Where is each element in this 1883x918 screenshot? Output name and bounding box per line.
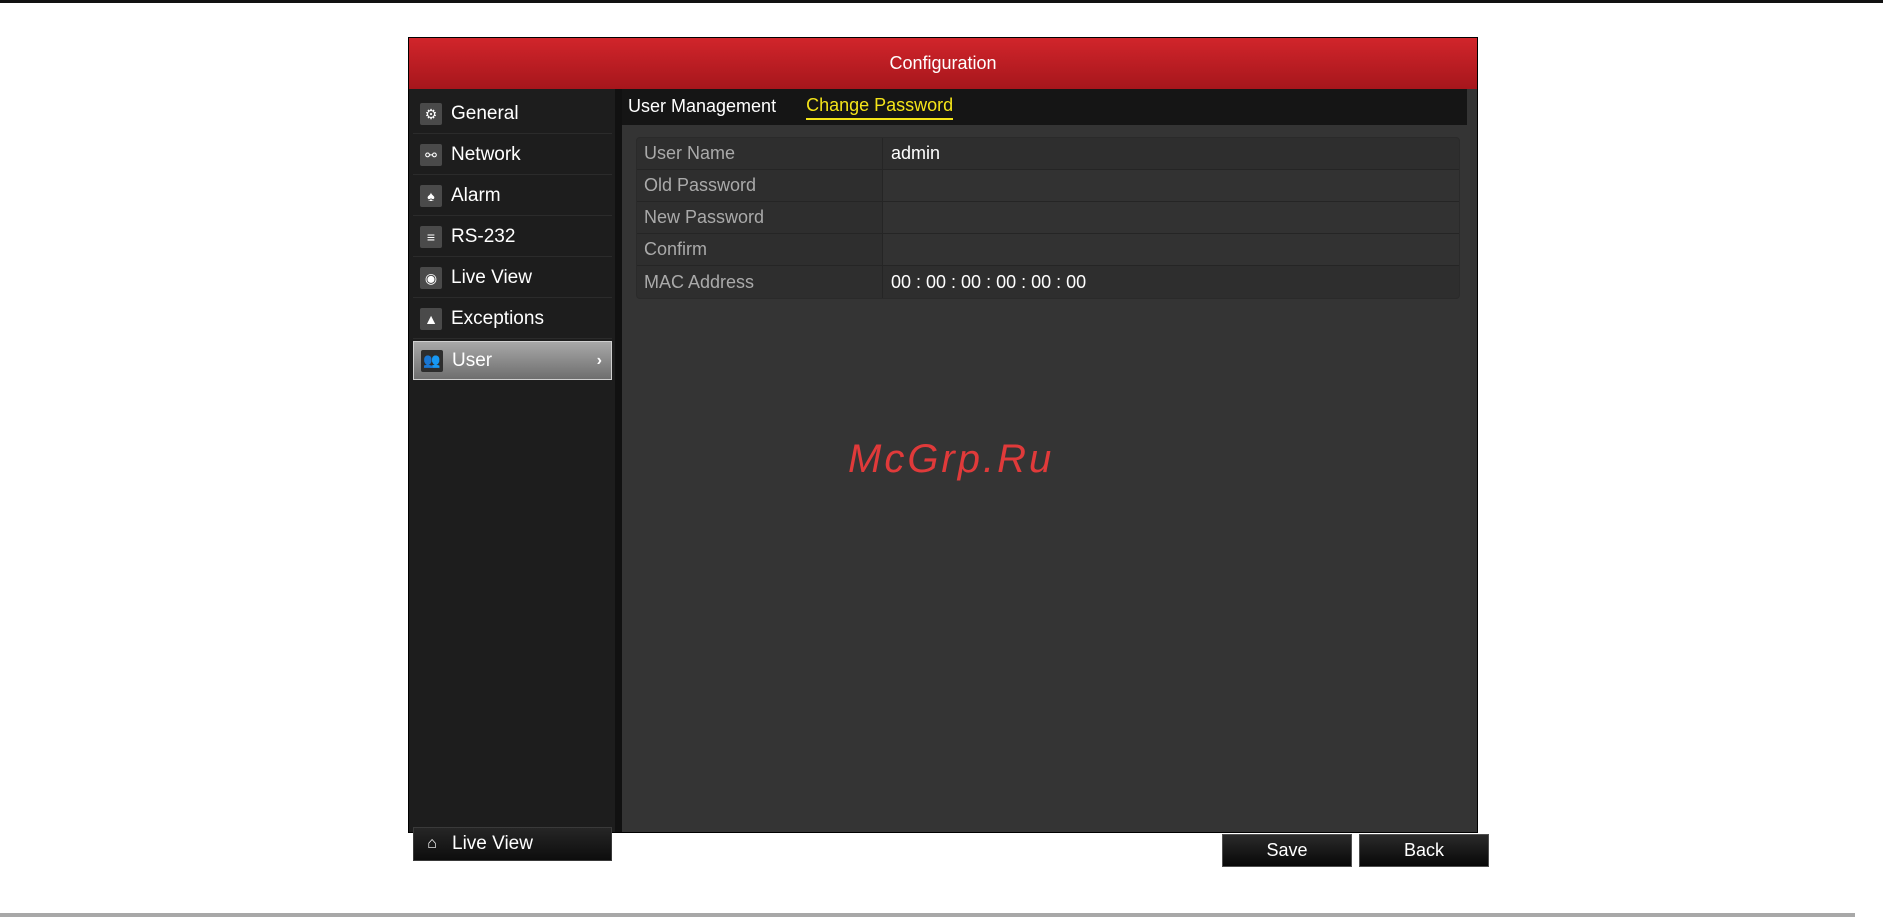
chevron-right-icon: ›: [596, 351, 602, 369]
form-row-user-name: User Name admin: [637, 138, 1459, 170]
old-password-field[interactable]: [883, 170, 1459, 201]
sidebar-item-rs232[interactable]: ≡ RS-232: [413, 218, 612, 257]
sidebar-item-label: RS-232: [451, 226, 516, 247]
panel-divider: [615, 89, 622, 832]
network-icon: ⚯: [420, 144, 442, 166]
new-password-field[interactable]: [883, 202, 1459, 233]
eye-icon: ◉: [420, 267, 442, 289]
sidebar-item-exceptions[interactable]: ▲ Exceptions: [413, 300, 612, 339]
back-button[interactable]: Back: [1359, 834, 1489, 867]
form-row-confirm: Confirm: [637, 234, 1459, 266]
watermark-text: McGrp.Ru: [848, 437, 1055, 481]
sidebar-item-network[interactable]: ⚯ Network: [413, 136, 612, 175]
window-title: Configuration: [409, 38, 1477, 89]
old-password-label: Old Password: [637, 170, 883, 201]
tab-user-management[interactable]: User Management: [628, 96, 776, 119]
sidebar-item-label: Live View: [451, 267, 532, 288]
mac-address-value: 00 : 00 : 00 : 00 : 00 : 00: [891, 271, 1087, 292]
tab-change-password[interactable]: Change Password: [806, 95, 954, 120]
sidebar-item-label: Exceptions: [451, 308, 544, 329]
user-name-label: User Name: [637, 138, 883, 169]
confirm-label: Confirm: [637, 234, 883, 265]
gear-icon: ⚙: [420, 103, 442, 125]
save-button[interactable]: Save: [1222, 834, 1352, 867]
form-row-mac-address: MAC Address 00 : 00 : 00 : 00 : 00 : 00: [637, 266, 1459, 298]
live-view-label: Live View: [452, 833, 533, 854]
sidebar-item-label: User: [452, 349, 493, 371]
sidebar-item-live-view[interactable]: ◉ Live View: [413, 259, 612, 298]
alarm-bell-icon: ♠: [420, 185, 442, 207]
warning-icon: ▲: [420, 308, 442, 330]
sidebar-item-alarm[interactable]: ♠ Alarm: [413, 177, 612, 216]
mac-address-label: MAC Address: [637, 266, 883, 298]
sidebar-item-general[interactable]: ⚙ General: [413, 95, 612, 134]
sidebar-item-label: General: [451, 103, 519, 124]
users-icon: 👥: [421, 349, 443, 372]
tab-bar: User Management Change Password: [622, 89, 1467, 125]
bottom-rule: [0, 913, 1855, 917]
sidebar-item-label: Alarm: [451, 185, 501, 206]
confirm-password-field[interactable]: [883, 234, 1459, 265]
user-name-value: admin: [891, 143, 941, 163]
sidebar-item-user[interactable]: 👥 User ›: [413, 341, 612, 380]
configuration-window: Configuration ⚙ General ⚯ Network ♠ Alar…: [409, 38, 1489, 867]
serial-port-icon: ≡: [420, 226, 442, 248]
new-password-label: New Password: [637, 202, 883, 233]
sidebar-item-label: Network: [451, 144, 521, 165]
form-row-new-password: New Password: [637, 202, 1459, 234]
change-password-form: User Name admin Old Password New Passwor…: [636, 137, 1460, 299]
home-icon: ⌂: [427, 835, 437, 852]
sidebar: ⚙ General ⚯ Network ♠ Alarm ≡ RS-232 ◉ L…: [409, 89, 615, 861]
top-rule: [0, 0, 1883, 3]
form-row-old-password: Old Password: [637, 170, 1459, 202]
live-view-button[interactable]: ⌂ Live View: [413, 827, 612, 861]
